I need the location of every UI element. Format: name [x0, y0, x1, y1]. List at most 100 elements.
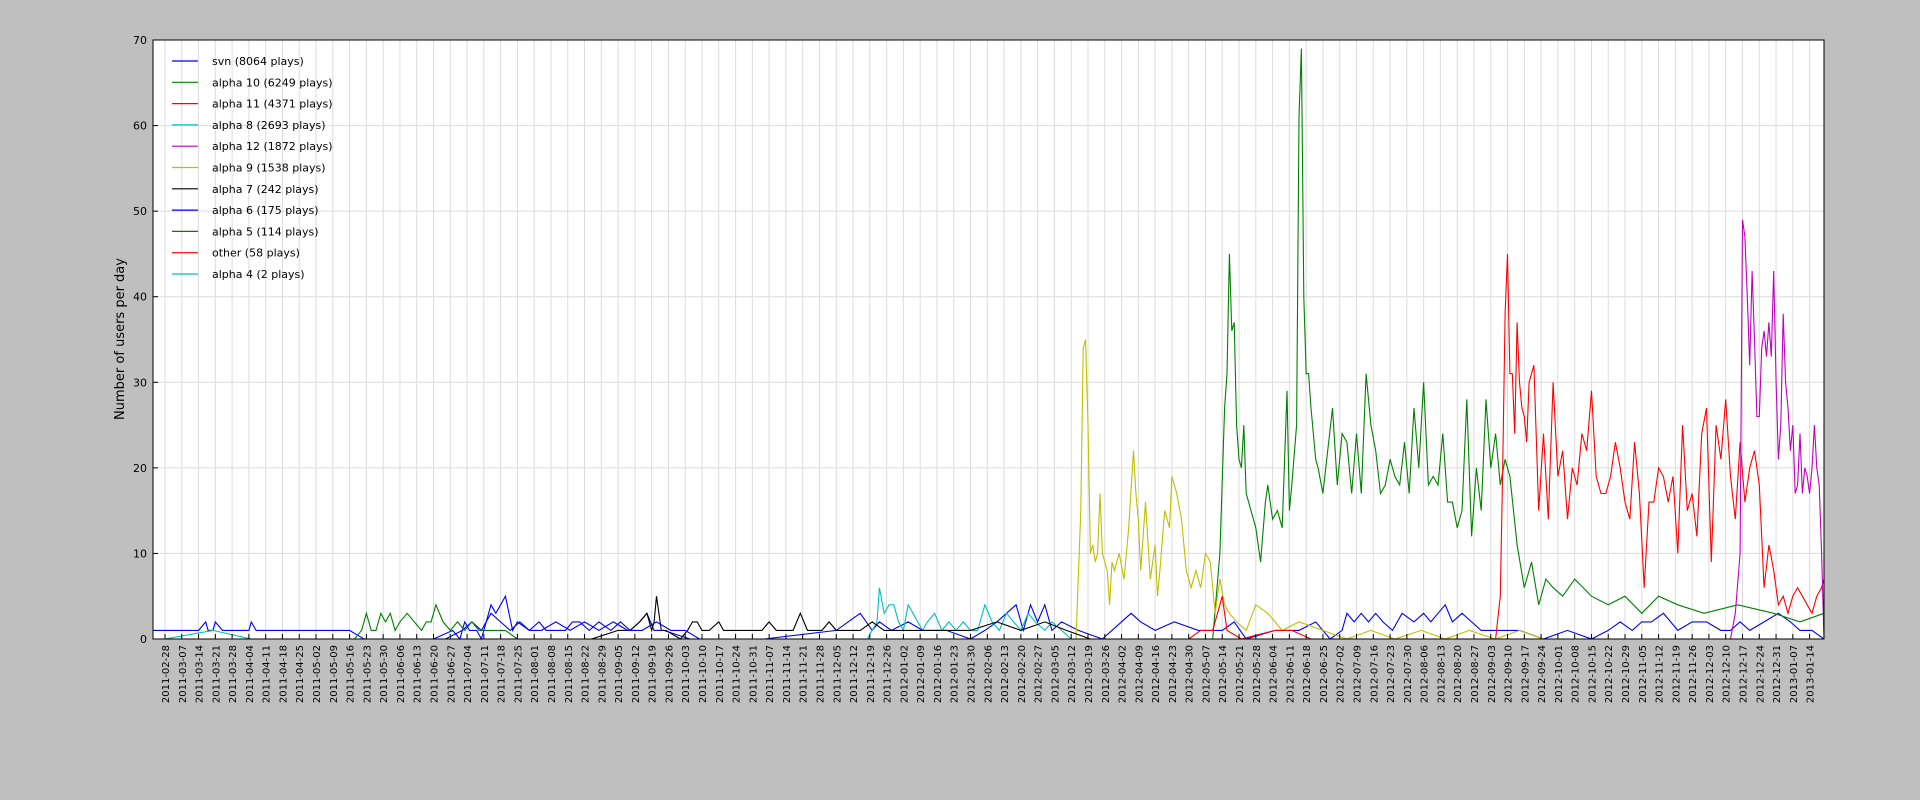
x-tick-label: 2012-11-26: [1688, 645, 1699, 703]
x-tick-label: 2012-02-13: [1000, 645, 1011, 703]
x-tick-label: 2012-07-16: [1369, 645, 1380, 703]
x-tick-label: 2012-09-10: [1504, 645, 1515, 703]
x-tick-label: 2011-11-14: [782, 645, 793, 703]
x-tick-label: 2011-03-07: [178, 645, 189, 703]
x-tick-label: 2012-10-22: [1604, 645, 1615, 703]
x-tick-label: 2011-06-06: [396, 645, 407, 703]
x-tick-label: 2012-12-24: [1755, 645, 1766, 703]
line-chart: 0 10 20 30 40 50 60 70 2011-02-28 2011-03-07 2011…: [113, 34, 1825, 703]
x-axis: 2011-02-28 2011-03-07 2011-03-14 2011-03-21…: [161, 634, 1817, 703]
x-tick-label: 2012-10-15: [1587, 645, 1598, 703]
x-tick-label: 2012-08-13: [1436, 645, 1447, 703]
x-tick-label: 2011-10-10: [698, 645, 709, 703]
x-tick-label: 2011-09-26: [664, 645, 675, 703]
x-tick-label: 2012-06-25: [1319, 645, 1330, 703]
x-tick-label: 2012-04-30: [1185, 645, 1196, 703]
x-tick-label: 2011-03-14: [195, 645, 206, 703]
legend-label: alpha 4 (2 plays): [212, 268, 305, 281]
legend-label: svn (8064 plays): [212, 55, 304, 68]
x-tick-label: 2012-11-05: [1638, 645, 1649, 703]
legend-label: other (58 plays): [212, 247, 300, 260]
x-tick-label: 2012-03-05: [1050, 645, 1061, 703]
x-tick-label: 2013-01-07: [1789, 645, 1800, 703]
x-tick-label: 2011-08-29: [597, 645, 608, 703]
x-tick-label: 2012-04-02: [1118, 645, 1129, 703]
x-tick-label: 2011-11-21: [799, 645, 810, 703]
plot-area: [153, 40, 1824, 639]
x-tick-label: 2012-10-29: [1621, 645, 1632, 703]
x-tick-label: 2012-05-14: [1218, 645, 1229, 703]
x-tick-label: 2011-10-17: [715, 645, 726, 703]
x-tick-label: 2012-12-03: [1705, 645, 1716, 703]
x-tick-label: 2011-06-13: [413, 645, 424, 703]
x-tick-label: 2012-05-28: [1252, 645, 1263, 703]
x-tick-label: 2012-04-23: [1168, 645, 1179, 703]
x-tick-label: 2011-12-12: [849, 645, 860, 703]
y-tick-label: 10: [133, 547, 147, 560]
x-tick-label: 2012-10-08: [1571, 645, 1582, 703]
x-tick-label: 2012-06-18: [1302, 645, 1313, 703]
x-tick-label: 2011-09-19: [648, 645, 659, 703]
x-tick-label: 2011-06-20: [429, 645, 440, 703]
x-tick-label: 2012-03-19: [1084, 645, 1095, 703]
x-tick-label: 2011-04-11: [262, 645, 273, 703]
y-tick-label: 0: [140, 633, 147, 646]
x-tick-label: 2012-02-27: [1034, 645, 1045, 703]
x-tick-label: 2011-09-05: [614, 645, 625, 703]
x-tick-label: 2011-10-24: [732, 645, 743, 703]
x-tick-label: 2012-10-01: [1554, 645, 1565, 703]
x-tick-label: 2011-12-05: [832, 645, 843, 703]
x-tick-label: 2011-08-08: [547, 645, 558, 703]
y-tick-label: 30: [133, 376, 147, 389]
x-tick-label: 2012-08-20: [1453, 645, 1464, 703]
x-tick-label: 2012-11-12: [1655, 645, 1666, 703]
x-tick-label: 2012-07-02: [1336, 645, 1347, 703]
x-tick-label: 2011-08-01: [530, 645, 541, 703]
x-tick-label: 2012-02-06: [983, 645, 994, 703]
legend-label: alpha 8 (2693 plays): [212, 119, 326, 132]
x-tick-label: 2012-09-03: [1487, 645, 1498, 703]
x-tick-label: 2011-05-23: [362, 645, 373, 703]
x-tick-label: 2012-12-10: [1722, 645, 1733, 703]
x-tick-label: 2011-08-22: [581, 645, 592, 703]
x-tick-label: 2011-06-27: [446, 645, 457, 703]
x-tick-label: 2012-08-27: [1470, 645, 1481, 703]
x-tick-label: 2011-04-25: [295, 645, 306, 703]
x-tick-label: 2011-02-28: [161, 645, 172, 703]
x-tick-label: 2011-08-15: [564, 645, 575, 703]
x-tick-label: 2012-01-23: [950, 645, 961, 703]
x-tick-label: 2012-03-26: [1101, 645, 1112, 703]
x-tick-label: 2012-06-04: [1269, 645, 1280, 703]
legend-label: alpha 6 (175 plays): [212, 204, 319, 217]
x-tick-label: 2011-05-02: [312, 645, 323, 703]
legend-label: alpha 11 (4371 plays): [212, 98, 333, 111]
y-tick-label: 70: [133, 34, 147, 47]
y-tick-label: 20: [133, 462, 147, 475]
legend-label: alpha 7 (242 plays): [212, 183, 319, 196]
x-tick-label: 2012-12-17: [1738, 645, 1749, 703]
x-tick-label: 2013-01-14: [1806, 645, 1817, 703]
x-tick-label: 2012-02-20: [1017, 645, 1028, 703]
x-tick-label: 2012-01-16: [933, 645, 944, 703]
legend-label: alpha 5 (114 plays): [212, 225, 319, 238]
x-tick-label: 2012-05-07: [1201, 645, 1212, 703]
x-tick-label: 2011-07-18: [497, 645, 508, 703]
x-tick-label: 2011-10-03: [681, 645, 692, 703]
x-tick-label: 2011-09-12: [631, 645, 642, 703]
x-tick-label: 2012-09-17: [1520, 645, 1531, 703]
x-tick-label: 2011-04-04: [245, 645, 256, 703]
y-axis-label: Number of users per day: [113, 258, 128, 420]
x-tick-label: 2011-11-28: [815, 645, 826, 703]
x-tick-label: 2011-12-19: [866, 645, 877, 703]
x-tick-label: 2012-07-09: [1353, 645, 1364, 703]
x-tick-label: 2011-07-25: [513, 645, 524, 703]
x-tick-label: 2011-12-26: [883, 645, 894, 703]
x-tick-label: 2012-09-24: [1537, 645, 1548, 703]
y-tick-label: 50: [133, 205, 147, 218]
legend-label: alpha 9 (1538 plays): [212, 162, 326, 175]
y-tick-label: 40: [133, 291, 147, 304]
x-tick-label: 2011-05-09: [329, 645, 340, 703]
y-tick-label: 60: [133, 120, 147, 133]
x-tick-label: 2011-05-30: [379, 645, 390, 703]
x-tick-label: 2011-07-04: [463, 645, 474, 703]
